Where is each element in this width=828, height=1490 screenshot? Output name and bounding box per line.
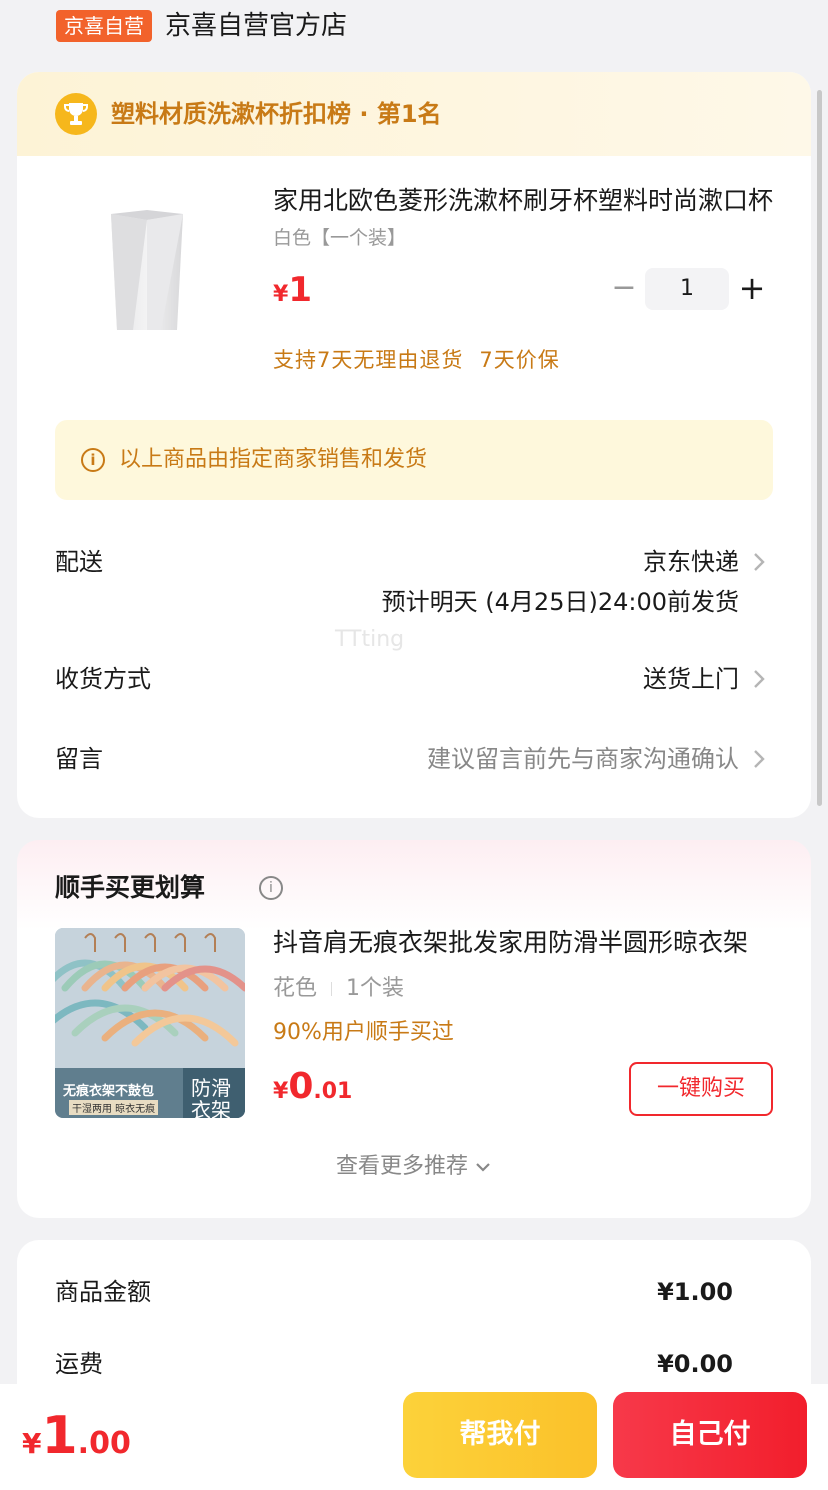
rank-text: 塑料材质洗漱杯折扣榜 · 第1名 <box>111 100 442 128</box>
recommend-card: 顺手买更划算 i 无痕衣架不鼓包 干湿两用 晾衣无痕 防滑 衣架 抖音肩无痕衣架… <box>17 840 811 1218</box>
chevron-down-icon <box>476 1163 490 1172</box>
service-price-protect: 7天价保 <box>479 348 560 372</box>
message-label: 留言 <box>55 745 103 773</box>
chevron-right-icon[interactable] <box>751 667 767 691</box>
recommend-product-image[interactable]: 无痕衣架不鼓包 干湿两用 晾衣无痕 防滑 衣架 <box>55 928 245 1118</box>
product-title[interactable]: 家用北欧色菱形洗漱杯刷牙杯塑料时尚漱口杯 <box>273 182 773 220</box>
more-recommend-link[interactable]: 查看更多推荐 <box>17 1150 811 1184</box>
receive-label: 收货方式 <box>55 665 151 693</box>
spec-divider <box>331 982 333 996</box>
product-price: ¥1 <box>273 270 312 310</box>
watermark: TTting <box>335 627 405 652</box>
chevron-right-icon[interactable] <box>751 550 767 574</box>
store-header: 京喜自营 京喜自营官方店 <box>0 0 828 70</box>
scrollbar[interactable] <box>817 90 822 806</box>
quantity-value[interactable]: 1 <box>645 268 729 310</box>
message-input[interactable]: 建议留言前先与商家沟通确认 <box>427 741 739 777</box>
info-icon[interactable]: i <box>259 876 283 900</box>
store-badge: 京喜自营 <box>56 10 152 42</box>
quantity-stepper: − 1 + <box>607 268 777 310</box>
more-recommend-label: 查看更多推荐 <box>335 1154 468 1179</box>
goods-amount-label: 商品金额 <box>55 1278 151 1306</box>
delivery-label: 配送 <box>55 548 103 576</box>
self-pay-button[interactable]: 自己付 <box>613 1392 807 1478</box>
spec-pack: 1个装 <box>346 976 405 1001</box>
notice-text: 以上商品由指定商家销售和发货 <box>119 447 428 472</box>
recommend-product-title[interactable]: 抖音肩无痕衣架批发家用防滑半圆形晾衣架 <box>273 924 753 962</box>
chevron-right-icon[interactable] <box>751 747 767 771</box>
receive-value[interactable]: 送货上门 <box>643 661 739 697</box>
decrease-button[interactable]: − <box>607 270 641 308</box>
one-click-buy-button[interactable]: 一键购买 <box>629 1062 773 1116</box>
store-name[interactable]: 京喜自营官方店 <box>165 8 347 44</box>
delivery-carrier[interactable]: 京东快递 <box>643 544 739 580</box>
recommend-tag: 90%用户顺手买过 <box>273 1020 454 1045</box>
shipping-value: ¥0.00 <box>657 1350 733 1378</box>
goods-amount-value: ¥1.00 <box>657 1278 733 1306</box>
recommend-product-spec[interactable]: 花色 1个装 <box>273 972 404 1006</box>
recommend-price: ¥0.01 <box>273 1066 353 1107</box>
spec-color: 花色 <box>273 976 318 1001</box>
service-return: 支持7天无理由退货 <box>273 348 464 372</box>
trophy-icon <box>55 93 97 135</box>
product-image[interactable] <box>97 202 197 342</box>
image-caption-main: 无痕衣架不鼓包 <box>63 1084 155 1099</box>
seller-notice: i 以上商品由指定商家销售和发货 <box>55 420 773 500</box>
increase-button[interactable]: + <box>735 270 769 308</box>
help-pay-button[interactable]: 帮我付 <box>403 1392 597 1478</box>
info-icon: i <box>81 448 105 472</box>
product-card: 塑料材质洗漱杯折扣榜 · 第1名 家用北欧色菱形洗漱杯刷牙杯塑料时尚漱口杯 白色… <box>17 72 811 818</box>
shipping-label: 运费 <box>55 1350 103 1378</box>
recommend-title: 顺手买更划算 <box>55 873 206 902</box>
delivery-eta: 预计明天 (4月25日)24:00前发货 <box>381 588 739 616</box>
rank-banner[interactable]: 塑料材质洗漱杯折扣榜 · 第1名 <box>17 72 811 156</box>
image-caption-sub: 干湿两用 晾衣无痕 <box>69 1100 159 1115</box>
image-caption-side-2: 衣架 <box>191 1098 231 1118</box>
service-guarantees: 支持7天无理由退货 7天价保 <box>273 344 560 376</box>
checkout-bar: ¥1.00 帮我付 自己付 <box>0 1384 828 1490</box>
product-spec[interactable]: 白色【一个装】 <box>273 224 406 252</box>
total-price: ¥1.00 <box>22 1406 131 1466</box>
